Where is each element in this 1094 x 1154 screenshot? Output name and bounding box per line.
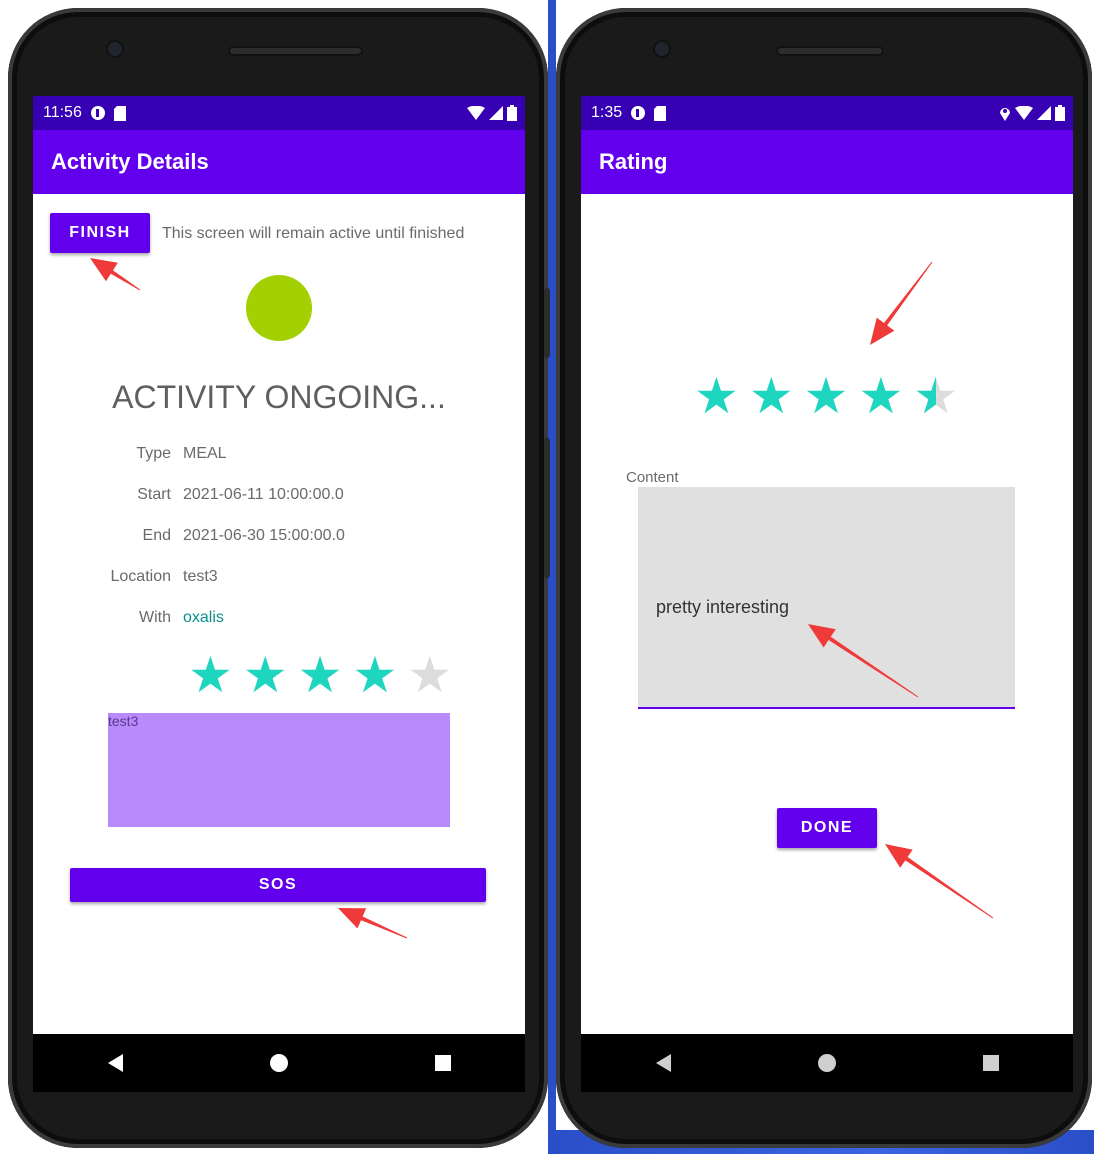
app-title: Activity Details (51, 149, 209, 174)
activity-heading: ACTIVITY ONGOING... (112, 379, 446, 415)
back-icon (655, 1054, 671, 1072)
app-bar: Activity Details (33, 130, 525, 194)
front-camera (108, 42, 122, 56)
detail-label-start: Start (137, 486, 171, 503)
right-rating-star-filled: ★ (858, 368, 904, 424)
earpiece-speaker (776, 46, 884, 56)
sos-button[interactable]: SOS (70, 868, 486, 902)
location-icon (1000, 107, 1010, 121)
recents-button[interactable] (961, 1055, 1021, 1071)
detail-value-start: 2021-06-11 10:00:00.0 (183, 486, 344, 503)
detail-value-location: test3 (183, 568, 218, 585)
wifi-icon (467, 106, 485, 120)
detail-label-with: With (139, 609, 171, 626)
phone-right: 1:35 Rating ★★★★★★ Content pretty intere… (556, 8, 1092, 1148)
screen-rating: 1:35 Rating ★★★★★★ Content pretty intere… (581, 96, 1073, 1092)
notification-icon (90, 106, 105, 120)
power-button (544, 438, 550, 578)
navigation-bar (33, 1034, 525, 1092)
status-bar: 1:35 (581, 96, 1073, 130)
right-rating-star-filled: ★ (803, 368, 849, 424)
detail-value-type: MEAL (183, 445, 227, 462)
wifi-icon (1015, 106, 1033, 120)
status-time: 11:56 (43, 104, 82, 121)
signal-icon (489, 106, 503, 120)
screenshot-root: 11:56 Activity Details FINISH This scree… (0, 0, 1094, 1154)
front-camera (655, 42, 669, 56)
done-button[interactable]: DONE (777, 808, 877, 848)
status-time: 1:35 (591, 104, 623, 121)
back-button[interactable] (633, 1054, 693, 1072)
left-rating-star-empty: ★ (407, 647, 453, 703)
content-label: Content (626, 469, 679, 486)
finish-button[interactable]: FINISH (50, 213, 150, 253)
left-rating-star-filled: ★ (352, 647, 398, 703)
detail-label-end: End (142, 527, 171, 544)
rating-bar[interactable]: ★★★★★★ (694, 371, 958, 421)
signal-icon (1037, 106, 1051, 120)
recents-icon (435, 1055, 451, 1071)
status-bar: 11:56 (33, 96, 525, 130)
app-title: Rating (599, 149, 668, 174)
navigation-bar (581, 1034, 1073, 1092)
comment-text: test3 (108, 713, 139, 729)
comment-box: test3 (108, 713, 450, 827)
right-rating-star-filled: ★ (748, 368, 794, 424)
recents-button[interactable] (413, 1055, 473, 1071)
notification-icon (631, 106, 646, 120)
home-button[interactable] (797, 1054, 857, 1072)
right-rating-star-half: ★★ (913, 368, 959, 424)
sd-card-icon (654, 105, 667, 121)
finish-hint: This screen will remain active until fin… (162, 225, 465, 242)
right-rating-star-filled: ★ (694, 368, 739, 424)
left-rating-star-filled: ★ (242, 647, 288, 703)
content-input-value: pretty interesting (656, 597, 790, 617)
battery-icon (507, 105, 517, 121)
back-button[interactable] (85, 1054, 145, 1072)
detail-label-location: Location (110, 568, 172, 585)
back-icon (107, 1054, 123, 1072)
activity-status-indicator (246, 275, 312, 341)
rating-bar[interactable]: ★ ★ ★ ★ ★ (188, 650, 452, 700)
left-rating-star-filled: ★ (297, 647, 343, 703)
detail-value-with-link[interactable]: oxalis (183, 609, 224, 627)
app-bar: Rating (581, 130, 1073, 194)
volume-button (544, 288, 550, 358)
detail-label-type: Type (136, 445, 171, 462)
earpiece-speaker (228, 46, 363, 56)
recents-icon (983, 1055, 999, 1071)
home-icon (818, 1054, 836, 1072)
home-button[interactable] (249, 1054, 309, 1072)
sd-card-icon (113, 105, 126, 121)
left-rating-star-filled: ★ (188, 647, 233, 703)
detail-value-end: 2021-06-30 15:00:00.0 (183, 527, 345, 544)
right-rating-star-half-fill: ★ (913, 371, 935, 421)
battery-icon (1055, 105, 1065, 121)
screen-activity-details: 11:56 Activity Details FINISH This scree… (33, 96, 525, 1092)
content-input[interactable]: pretty interesting (638, 487, 1015, 709)
phone-left: 11:56 Activity Details FINISH This scree… (8, 8, 550, 1148)
home-icon (270, 1054, 288, 1072)
